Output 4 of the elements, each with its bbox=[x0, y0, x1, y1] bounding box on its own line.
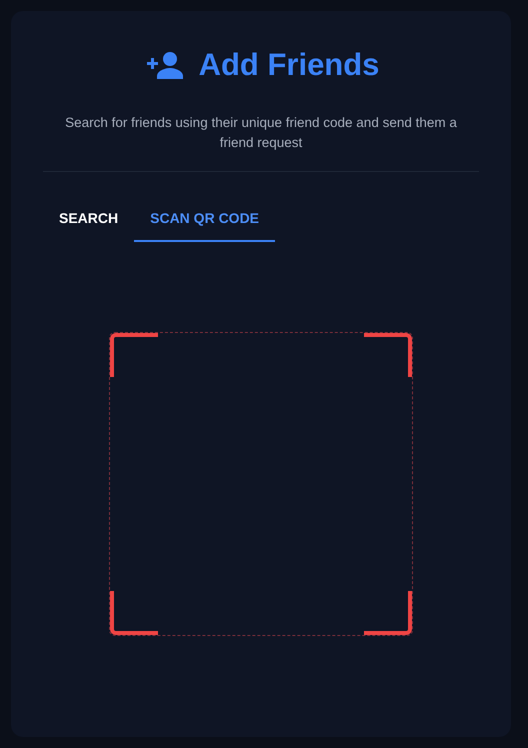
page-title: Add Friends bbox=[198, 47, 380, 83]
tab[interactable]: SCAN QR CODE bbox=[134, 196, 276, 242]
description-text: Search for friends using their unique friend code and send them a friend request bbox=[64, 114, 458, 152]
tab[interactable]: SEARCH bbox=[43, 196, 134, 242]
